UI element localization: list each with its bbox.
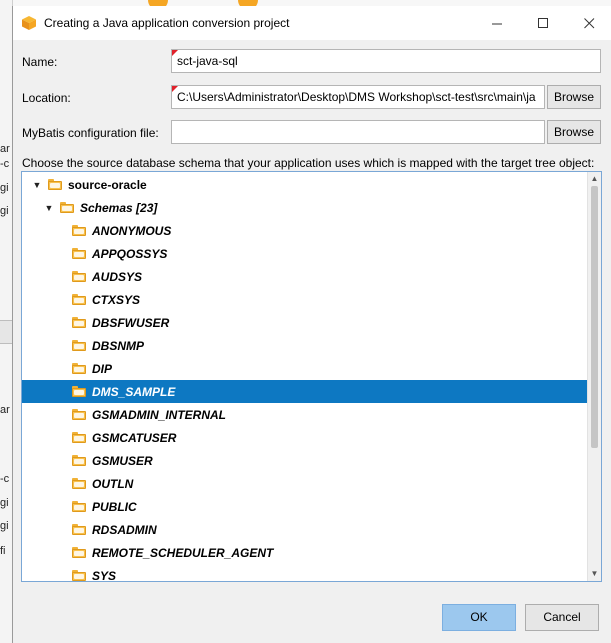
schema-tree-item[interactable]: RDSADMIN <box>22 518 601 541</box>
schema-tree-item[interactable]: DIP <box>22 357 601 380</box>
folder-icon <box>72 501 86 512</box>
folder-icon <box>72 432 86 443</box>
ok-button[interactable]: OK <box>442 604 516 631</box>
background-text: gi <box>0 205 9 217</box>
scroll-up-icon[interactable]: ▲ <box>588 172 601 186</box>
schema-tree-item[interactable]: GSMCATUSER <box>22 426 601 449</box>
location-input[interactable]: C:\Users\Administrator\Desktop\DMS Works… <box>171 85 545 109</box>
schema-item-label: ANONYMOUS <box>92 223 172 238</box>
dialog-titlebar[interactable]: Creating a Java application conversion p… <box>13 6 611 40</box>
schema-item-label: GSMADMIN_INTERNAL <box>92 407 226 422</box>
schema-tree-item[interactable]: GSMADMIN_INTERNAL <box>22 403 601 426</box>
minimize-button[interactable] <box>474 6 520 40</box>
schema-item-label: GSMUSER <box>92 453 153 468</box>
schema-item-label: GSMCATUSER <box>92 430 177 445</box>
minimize-icon <box>491 23 502 24</box>
schema-tree-item[interactable]: DMS_SAMPLE <box>22 380 601 403</box>
schema-tree[interactable]: ▼ source-oracle ▼ Schemas [23] ANONYMOUS… <box>21 171 602 582</box>
folder-icon <box>72 409 86 420</box>
schema-tree-item[interactable]: DBSFWUSER <box>22 311 601 334</box>
schema-tree-item[interactable]: CTXSYS <box>22 288 601 311</box>
schema-tree-item[interactable]: APPQOSSYS <box>22 242 601 265</box>
scrollbar-thumb[interactable] <box>591 186 598 448</box>
background-text: ar <box>0 143 10 155</box>
schema-tree-item[interactable]: AUDSYS <box>22 265 601 288</box>
close-icon <box>583 17 594 28</box>
schema-tree-item[interactable]: REMOTE_SCHEDULER_AGENT <box>22 541 601 564</box>
folder-icon <box>72 363 86 374</box>
folder-icon <box>60 202 74 213</box>
schema-item-label: AUDSYS <box>92 269 143 284</box>
background-text: fi <box>0 545 6 557</box>
location-label: Location: <box>22 91 71 105</box>
dialog-footer: OK Cancel <box>13 593 611 643</box>
background-text: -c <box>0 473 10 485</box>
schema-tree-item[interactable]: ANONYMOUS <box>22 219 601 242</box>
name-label: Name: <box>22 55 58 69</box>
schema-item-label: PUBLIC <box>92 499 137 514</box>
schema-item-label: REMOTE_SCHEDULER_AGENT <box>92 545 274 560</box>
folder-icon <box>48 179 62 190</box>
expand-arrow-icon[interactable]: ▼ <box>44 203 54 213</box>
schema-item-label: APPQOSSYS <box>92 246 168 261</box>
folder-icon <box>72 547 86 558</box>
name-input[interactable]: sct-java-sql <box>171 49 601 73</box>
schema-instruction: Choose the source database schema that y… <box>22 156 595 170</box>
schema-tree-item[interactable]: DBSNMP <box>22 334 601 357</box>
java-conversion-dialog: Creating a Java application conversion p… <box>12 6 611 643</box>
folder-icon <box>72 248 86 259</box>
background-divider <box>0 320 12 344</box>
folder-icon <box>72 225 86 236</box>
tree-scrollbar[interactable]: ▲ ▼ <box>587 172 601 581</box>
maximize-icon <box>537 17 548 28</box>
background-text: gi <box>0 182 9 194</box>
schema-item-label: DIP <box>92 361 113 376</box>
schema-item-label: DBSFWUSER <box>92 315 170 330</box>
schema-item-label: RDSADMIN <box>92 522 157 537</box>
schema-item-label: CTXSYS <box>92 292 141 307</box>
folder-icon <box>72 524 86 535</box>
location-browse-button[interactable]: Browse <box>547 85 601 109</box>
schema-tree-item[interactable]: SYS <box>22 564 601 582</box>
mybatis-label: MyBatis configuration file: <box>22 126 159 140</box>
scroll-down-icon[interactable]: ▼ <box>588 567 601 581</box>
background-text: gi <box>0 520 9 532</box>
schema-tree-item[interactable]: GSMUSER <box>22 449 601 472</box>
folder-icon <box>72 478 86 489</box>
background-text: ar <box>0 404 10 416</box>
folder-icon <box>72 386 86 397</box>
schema-item-label: SYS <box>92 568 117 582</box>
mybatis-config-input[interactable] <box>171 120 545 144</box>
maximize-button[interactable] <box>520 6 566 40</box>
tree-schemas-node[interactable]: ▼ Schemas [23] <box>22 196 601 219</box>
schema-tree-item[interactable]: PUBLIC <box>22 495 601 518</box>
background-text: -c <box>0 158 10 170</box>
folder-icon <box>72 340 86 351</box>
folder-icon <box>72 294 86 305</box>
folder-icon <box>72 271 86 282</box>
tree-node-label: source-oracle <box>68 177 147 192</box>
folder-icon <box>72 317 86 328</box>
schema-tree-item[interactable]: OUTLN <box>22 472 601 495</box>
app-cube-icon <box>22 16 36 30</box>
dialog-title: Creating a Java application conversion p… <box>44 16 290 30</box>
background-text: gi <box>0 497 9 509</box>
schema-item-label: OUTLN <box>92 476 134 491</box>
mybatis-browse-button[interactable]: Browse <box>547 120 601 144</box>
folder-icon <box>72 455 86 466</box>
tree-root-node[interactable]: ▼ source-oracle <box>22 173 598 196</box>
schema-item-label: DBSNMP <box>92 338 145 353</box>
schema-item-label: DMS_SAMPLE <box>92 384 176 399</box>
expand-arrow-icon[interactable]: ▼ <box>32 180 42 190</box>
cancel-button[interactable]: Cancel <box>525 604 599 631</box>
tree-node-label: Schemas [23] <box>80 200 158 215</box>
close-button[interactable] <box>566 6 611 40</box>
folder-icon <box>72 570 86 581</box>
